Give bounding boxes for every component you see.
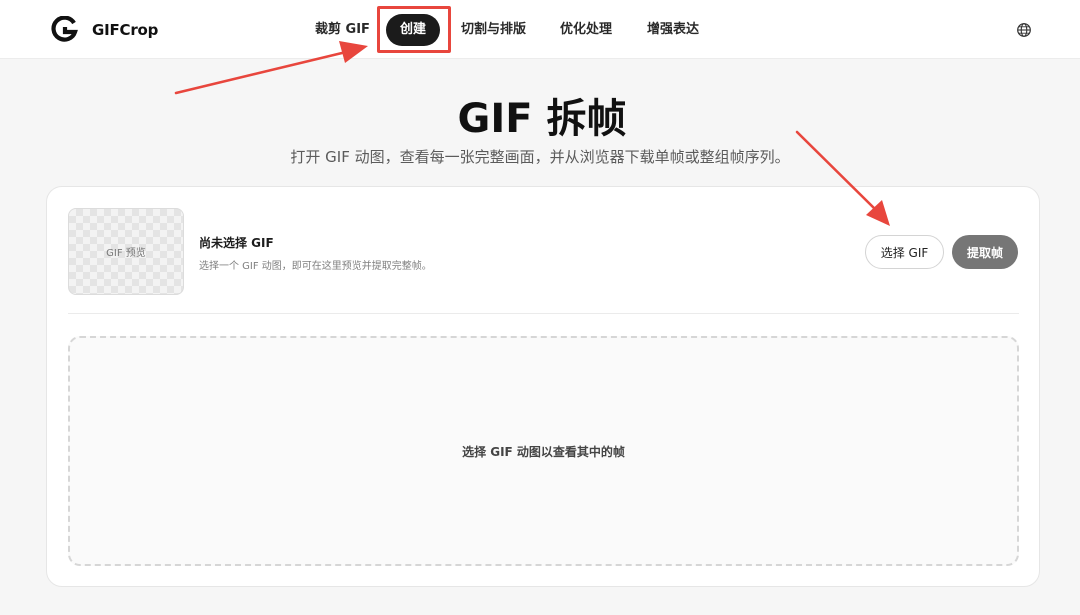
brand[interactable]: GIFCrop [50,16,158,44]
select-gif-button[interactable]: 选择 GIF [865,235,944,269]
divider [68,313,1019,314]
nav-item-enhance[interactable]: 增强表达 [647,14,699,46]
gifcrop-logo-icon [51,16,78,42]
globe-icon[interactable] [1016,22,1032,38]
frames-dropzone[interactable]: 选择 GIF 动图以查看其中的帧 [68,336,1019,566]
page-title: GIF 拆帧 [457,96,627,142]
annotation-highlight-box [377,6,451,53]
gif-preview-label: GIF 预览 [106,248,146,259]
file-description: 选择一个 GIF 动图，即可在这里预览并提取完整帧。 [199,261,432,272]
brand-name: GIFCrop [92,21,159,39]
nav-item-crop-gif[interactable]: 裁剪 GIF [315,14,370,46]
nav-item-optimize[interactable]: 优化处理 [560,14,612,46]
top-bar: GIFCrop 裁剪 GIF 创建 切割与排版 优化处理 增强表达 [0,0,1080,59]
gif-preview: GIF 预览 [68,208,184,295]
dropzone-text: 选择 GIF 动图以查看其中的帧 [462,444,625,459]
extract-card: GIF 预览 尚未选择 GIF 选择一个 GIF 动图，即可在这里预览并提取完整… [46,186,1040,587]
page-subtitle: 打开 GIF 动图，查看每一张完整画面，并从浏览器下载单帧或整组帧序列。 [290,148,790,166]
nav-item-split-layout[interactable]: 切割与排版 [461,14,526,46]
extract-frames-button[interactable]: 提取帧 [952,235,1018,269]
file-title: 尚未选择 GIF [199,236,274,250]
